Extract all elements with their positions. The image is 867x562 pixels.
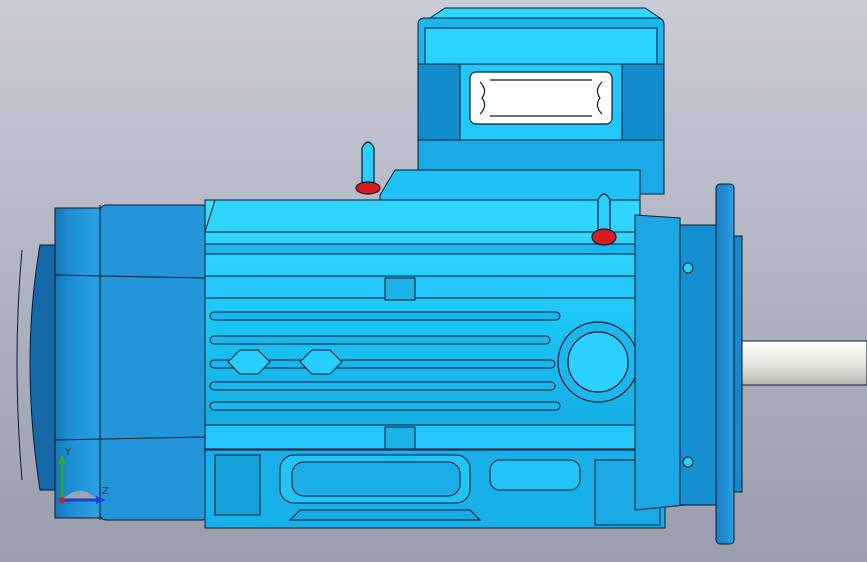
y-axis-label: Y <box>64 447 72 458</box>
output-shaft[interactable] <box>741 340 867 386</box>
end-shield[interactable] <box>634 214 721 511</box>
motor-model[interactable] <box>0 0 867 562</box>
motor-base[interactable] <box>204 449 666 529</box>
z-axis-label: Z <box>102 486 109 497</box>
orientation-triad: Y Z <box>58 447 109 504</box>
mounting-flange[interactable] <box>715 183 743 545</box>
body-boss <box>557 321 639 403</box>
lifting-eye-left[interactable] <box>355 141 381 195</box>
cad-viewport[interactable]: Y Z <box>0 0 867 562</box>
nameplate <box>469 71 613 125</box>
x-axis-icon <box>59 497 65 503</box>
